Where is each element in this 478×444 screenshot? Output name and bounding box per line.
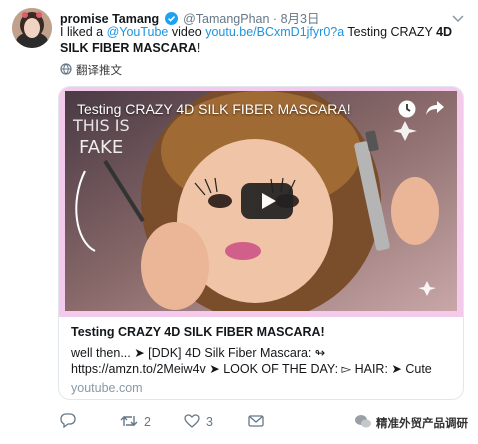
tweet-title-plain: Testing CRAZY — [344, 25, 437, 39]
play-button-icon[interactable] — [241, 183, 293, 219]
translate-label: 翻译推文 — [76, 65, 122, 77]
reply-icon — [60, 413, 76, 431]
watermark-text: 精准外贸产品调研 — [376, 418, 468, 430]
heart-icon — [184, 413, 200, 431]
video-frame: THIS IS FAKE Testing CRAZY 4D SILK FIBER… — [65, 91, 457, 311]
tweet-prefix: I liked a — [60, 25, 107, 39]
avatar-image — [12, 8, 52, 48]
avatar[interactable] — [12, 8, 52, 48]
direct-message-button[interactable] — [248, 414, 264, 430]
translate-tweet-button[interactable]: 翻译推文 — [60, 62, 122, 78]
like-count: 3 — [206, 415, 213, 429]
video-overlay-title: Testing CRAZY 4D SILK FIBER MASCARA! — [77, 101, 351, 117]
video-url-link[interactable]: youtu.be/BCxmD1jfyr0?a — [205, 25, 344, 39]
card-title[interactable]: Testing CRAZY 4D SILK FIBER MASCARA! — [71, 325, 451, 342]
link-card[interactable]: THIS IS FAKE Testing CRAZY 4D SILK FIBER… — [58, 86, 464, 400]
globe-icon — [60, 62, 72, 78]
watch-later-icon[interactable] — [397, 99, 417, 124]
tweet-suffix: ! — [196, 41, 201, 55]
wechat-icon — [354, 414, 372, 432]
watermark: 精准外贸产品调研 — [354, 414, 468, 432]
retweet-count: 2 — [144, 415, 151, 429]
reply-button[interactable] — [60, 413, 120, 431]
handwritten-fake: FAKE — [79, 137, 123, 158]
share-icon[interactable] — [425, 99, 445, 122]
tweet-text: I liked a @YouTube video youtu.be/BCxmD1… — [60, 24, 470, 56]
like-button[interactable]: 3 — [184, 413, 248, 431]
mention-link[interactable]: @YouTube — [107, 25, 169, 39]
retweet-button[interactable]: 2 — [120, 414, 184, 431]
handwritten-this-is: THIS IS — [72, 116, 130, 135]
card-description: well then... ➤ [DDK] 4D Silk Fiber Masca… — [71, 346, 432, 376]
card-body: Testing CRAZY 4D SILK FIBER MASCARA! wel… — [71, 325, 451, 395]
retweet-icon — [120, 414, 138, 431]
video-thumbnail[interactable]: THIS IS FAKE Testing CRAZY 4D SILK FIBER… — [59, 87, 463, 317]
tweet-middle: video — [168, 25, 206, 39]
tweet-actions: 2 3 — [60, 412, 264, 432]
envelope-icon — [248, 414, 264, 430]
card-domain: youtube.com — [71, 381, 143, 395]
